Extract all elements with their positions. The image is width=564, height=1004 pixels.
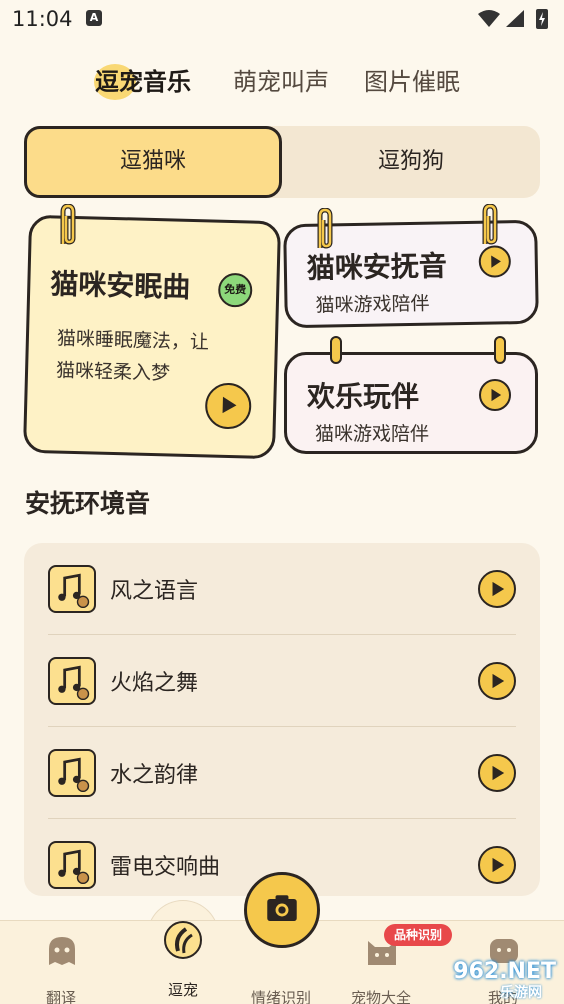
status-time: 11:04 <box>12 7 73 31</box>
list-item[interactable]: 火焰之舞 <box>24 635 540 727</box>
item-label: 雷电交响曲 <box>110 855 221 880</box>
wifi-icon <box>478 10 500 27</box>
notification-icon: A <box>86 10 102 26</box>
nav-label: 逗宠 <box>167 981 198 999</box>
connector-pin <box>494 336 506 364</box>
list-item[interactable]: 水之韵律 <box>24 727 540 819</box>
paperclip-icon <box>60 204 76 245</box>
tab-pet-music[interactable]: 逗宠音乐 <box>95 62 191 97</box>
top-tabs: 逗宠音乐 萌宠叫声 图片催眠 <box>0 62 564 104</box>
nav-label: 翻译 <box>45 989 76 1004</box>
signal-icon <box>506 10 524 27</box>
play-icon <box>492 581 505 597</box>
segment-cat-button[interactable]: 逗猫咪 <box>24 126 282 198</box>
play-icon <box>491 388 502 402</box>
play-button[interactable] <box>204 382 252 430</box>
play-button[interactable] <box>479 379 511 411</box>
card-happy-playmate[interactable]: 欢乐玩伴 猫咪游戏陪伴 <box>284 352 538 454</box>
ambient-sound-list: 风之语言 火焰之舞 水之韵律 雷电交响曲 <box>24 543 540 896</box>
status-bar: 11:04 A <box>0 0 564 40</box>
card-subtitle: 猫咪游戏陪伴 <box>315 423 430 445</box>
play-button[interactable] <box>478 662 516 700</box>
music-note-icon <box>48 657 96 705</box>
card-description-line: 猫咪睡眠魔法，让 <box>56 327 210 354</box>
card-subtitle: 猫咪游戏陪伴 <box>315 292 430 317</box>
nav-translate[interactable]: 翻译 <box>16 921 106 1004</box>
music-note-icon <box>164 921 202 959</box>
tab-image-hypnosis[interactable]: 图片催眠 <box>364 62 460 97</box>
pet-type-segment: 逗猫咪 逗狗狗 <box>24 126 540 198</box>
paperclip-icon <box>317 208 333 249</box>
watermark-subtext: 乐游网 <box>500 985 542 1001</box>
card-description-line: 猫咪轻柔入梦 <box>55 359 171 385</box>
segment-dog-button[interactable]: 逗狗狗 <box>282 126 540 198</box>
status-icons <box>478 9 548 29</box>
play-button[interactable] <box>478 245 512 278</box>
nav-label: 情绪识别 <box>250 989 311 1004</box>
card-title: 猫咪安眠曲 <box>49 267 191 304</box>
item-label: 水之韵律 <box>110 763 199 788</box>
item-label: 火焰之舞 <box>110 671 199 696</box>
play-icon <box>491 255 501 268</box>
play-button[interactable] <box>478 754 516 792</box>
tab-pet-sounds[interactable]: 萌宠叫声 <box>233 62 329 97</box>
music-note-icon <box>48 565 96 613</box>
watermark-logo: 962.NET <box>453 959 556 984</box>
camera-icon <box>267 895 297 922</box>
paperclip-icon <box>482 204 498 245</box>
section-title: 安抚环境音 <box>25 489 151 518</box>
play-icon <box>222 396 237 414</box>
music-note-icon <box>48 749 96 797</box>
nav-label: 宠物大全 <box>350 989 411 1004</box>
card-cat-lullaby[interactable]: 猫咪安眠曲 免费 猫咪睡眠魔法，让 猫咪轻柔入梦 <box>22 214 282 460</box>
play-icon <box>492 673 505 689</box>
chat-ghost-icon <box>49 937 75 965</box>
card-title: 欢乐玩伴 <box>307 380 420 413</box>
breed-recognition-badge[interactable]: 品种识别 <box>384 924 452 946</box>
free-badge: 免费 <box>217 272 253 308</box>
play-icon <box>492 857 505 873</box>
play-icon <box>492 765 505 781</box>
music-note-icon <box>48 841 96 889</box>
card-description: 猫咪睡眠魔法，让 猫咪轻柔入梦 <box>56 323 210 391</box>
play-button[interactable] <box>478 846 516 884</box>
item-label: 风之语言 <box>110 579 199 604</box>
connector-pin <box>330 336 342 364</box>
nav-pet-play[interactable]: 逗宠 <box>138 921 228 1004</box>
play-button[interactable] <box>478 570 516 608</box>
camera-button[interactable] <box>244 872 320 948</box>
list-item[interactable]: 风之语言 <box>24 543 540 635</box>
